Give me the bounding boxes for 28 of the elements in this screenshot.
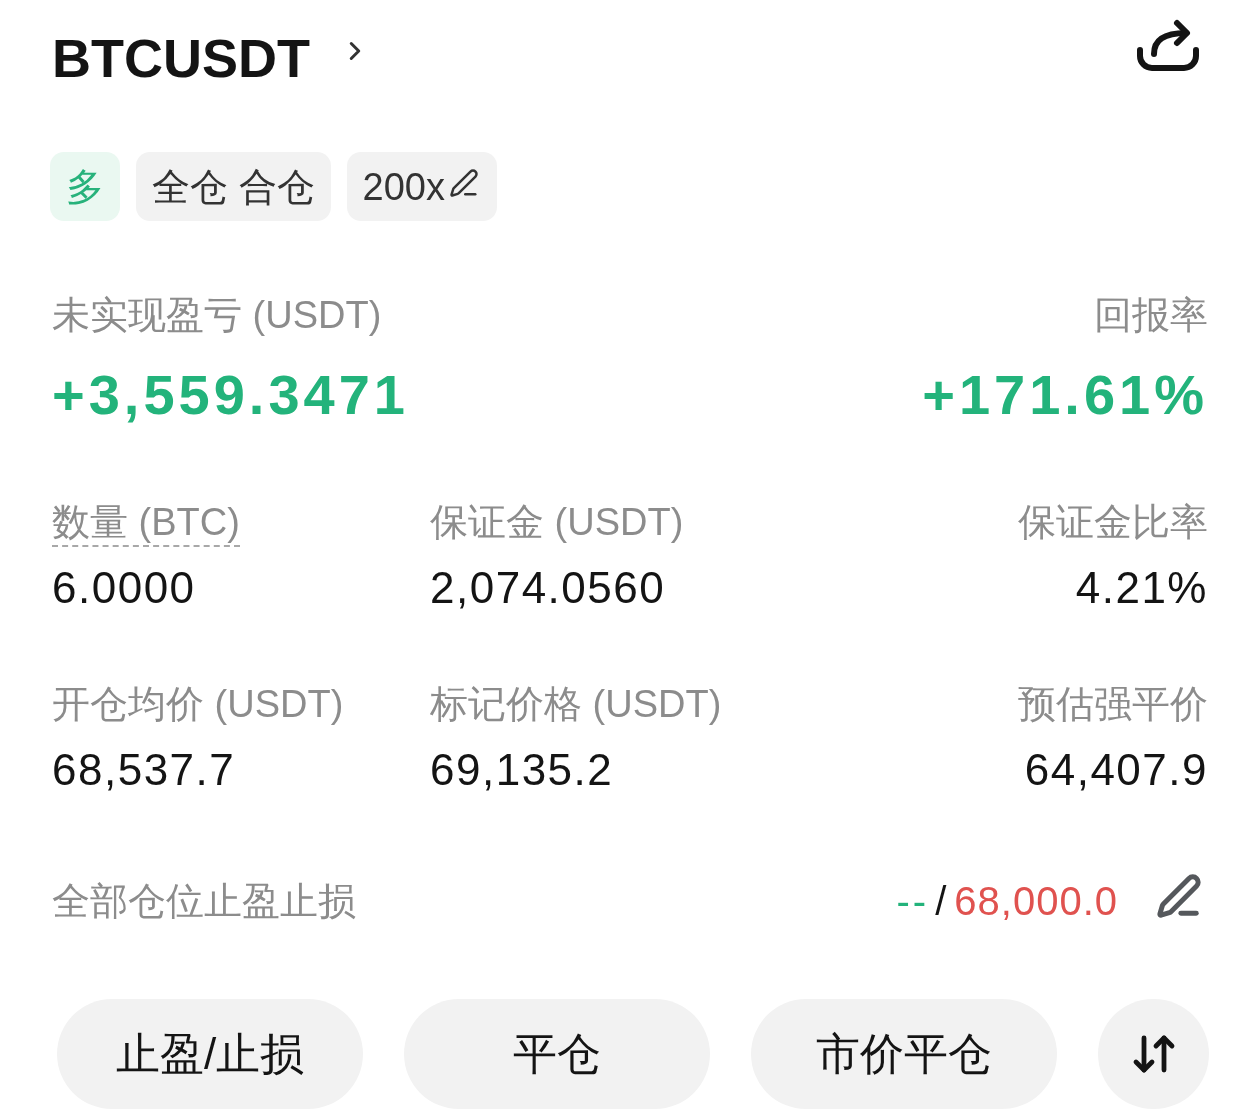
return-rate-value: +171.61% <box>922 363 1208 427</box>
stat-label: 预估强平价 <box>1018 682 1208 727</box>
action-button[interactable]: 市价平仓 <box>751 999 1057 1109</box>
stat-label: 标记价格 (USDT) <box>430 682 722 727</box>
stat-value: 68,537.7 <box>52 744 236 796</box>
stop-loss-value: 68,000.0 <box>954 878 1118 925</box>
pencil-icon <box>448 167 479 198</box>
stat-value: 4.21% <box>1075 562 1208 614</box>
position-side-tag: 多 <box>50 152 120 221</box>
stat-value: 2,074.0560 <box>430 562 666 614</box>
symbol-title[interactable]: BTCUSDT <box>52 24 310 92</box>
stat-label: 开仓均价 (USDT) <box>52 682 344 727</box>
take-profit-value: -- <box>896 878 930 925</box>
stat-value: 69,135.2 <box>430 744 614 796</box>
pencil-icon[interactable] <box>1156 873 1202 919</box>
margin-mode-tag: 全仓 合仓 <box>136 152 331 221</box>
summary-label: 回报率 <box>1094 293 1208 338</box>
tp-sl-label: 全部仓位止盈止损 <box>52 879 356 924</box>
leverage-button[interactable]: 200x <box>346 152 497 221</box>
separator-slash: / <box>935 878 947 925</box>
action-button[interactable]: 止盈/止损 <box>57 999 363 1109</box>
stat-label: 保证金比率 <box>1018 500 1208 545</box>
stat-label: 保证金 (USDT) <box>430 500 684 545</box>
summary-label: 未实现盈亏 (USDT) <box>52 293 382 338</box>
stat-value: 64,407.9 <box>1024 744 1208 796</box>
stat-value: 6.0000 <box>52 562 196 614</box>
pnl-value: +3,559.3471 <box>52 363 409 427</box>
action-button[interactable]: 平仓 <box>404 999 710 1109</box>
